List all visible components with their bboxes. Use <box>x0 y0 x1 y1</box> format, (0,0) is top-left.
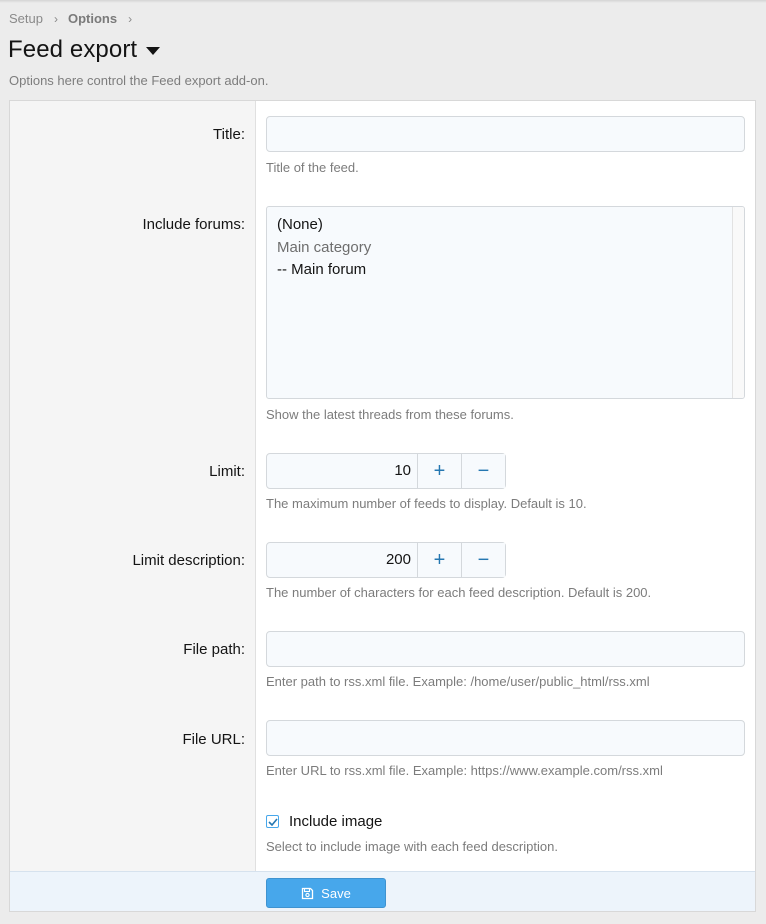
title-input[interactable] <box>266 116 745 152</box>
title-label: Title: <box>213 126 245 143</box>
top-shadow <box>0 0 766 3</box>
file-path-label: File path: <box>183 641 245 658</box>
limit-decrement-button[interactable]: − <box>461 454 505 488</box>
limit-increment-button[interactable]: + <box>417 454 461 488</box>
check-icon <box>267 817 278 826</box>
limit-input[interactable]: 10 <box>267 454 417 488</box>
limit-description-decrement-button[interactable]: − <box>461 543 505 577</box>
limit-description-stepper: 200 + − <box>266 542 506 578</box>
limit-label: Limit: <box>209 463 245 480</box>
page-title-row[interactable]: Feed export <box>8 36 161 64</box>
include-image-checkbox[interactable] <box>266 815 279 828</box>
file-url-label: File URL: <box>182 731 245 748</box>
forum-option-main-category: Main category <box>277 239 372 256</box>
file-path-hint: Enter path to rss.xml file. Example: /ho… <box>266 674 650 689</box>
save-icon <box>301 887 314 900</box>
include-image-hint: Select to include image with each feed d… <box>266 839 558 854</box>
file-url-input[interactable] <box>266 720 745 756</box>
file-url-hint: Enter URL to rss.xml file. Example: http… <box>266 763 663 778</box>
breadcrumb: Setup › Options › <box>9 11 142 26</box>
include-forums-label: Include forums: <box>142 216 245 233</box>
limit-description-label: Limit description: <box>132 552 245 569</box>
chevron-right-icon: › <box>53 11 58 26</box>
forum-option-none[interactable]: (None) <box>277 216 323 233</box>
save-button[interactable]: Save <box>266 878 386 908</box>
caret-down-icon[interactable] <box>146 47 161 55</box>
listbox-scrollbar[interactable] <box>732 207 744 398</box>
file-path-input[interactable] <box>266 631 745 667</box>
breadcrumb-options[interactable]: Options <box>68 11 117 26</box>
page-title: Feed export <box>8 36 138 63</box>
title-hint: Title of the feed. <box>266 160 359 175</box>
include-image-row[interactable]: Include image <box>266 813 382 830</box>
limit-description-input[interactable]: 200 <box>267 543 417 577</box>
chevron-right-icon: › <box>128 11 133 26</box>
limit-hint: The maximum number of feeds to display. … <box>266 496 587 511</box>
include-forums-select[interactable]: (None) Main category -- Main forum <box>266 206 745 399</box>
forum-option-main-forum[interactable]: -- Main forum <box>277 261 366 278</box>
options-form: Title: Title of the feed. Include forums… <box>9 100 756 912</box>
include-forums-hint: Show the latest threads from these forum… <box>266 407 514 422</box>
limit-description-hint: The number of characters for each feed d… <box>266 585 652 600</box>
limit-description-increment-button[interactable]: + <box>417 543 461 577</box>
page-description: Options here control the Feed export add… <box>9 73 269 88</box>
limit-stepper: 10 + − <box>266 453 506 489</box>
include-image-label[interactable]: Include image <box>289 813 382 830</box>
form-footer: Save <box>10 871 755 911</box>
save-label: Save <box>321 885 351 901</box>
breadcrumb-setup[interactable]: Setup <box>9 11 43 26</box>
